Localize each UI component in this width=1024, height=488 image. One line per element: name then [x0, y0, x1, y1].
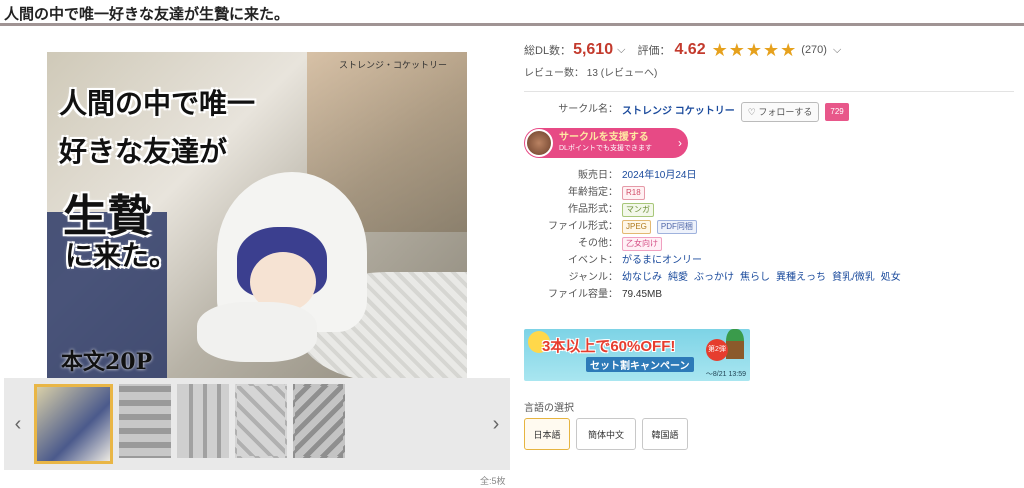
review-count: 13: [586, 68, 598, 79]
format-row: 作品形式： マンガ: [524, 202, 1014, 218]
release-date-link[interactable]: 2024年10月24日: [622, 168, 697, 184]
cover-page-note: 本文20P: [61, 349, 153, 375]
age-label: 年齢指定：: [568, 187, 618, 198]
genre-row: ジャンル： 幼なじみ 純愛 ぶっかけ 焦らし 異種えっち 貧乳/微乳 処女: [524, 270, 1014, 286]
divider: [524, 91, 1014, 92]
other-tag[interactable]: 乙女向け: [622, 237, 662, 251]
file-size: 79.45MB: [622, 289, 663, 300]
genre-link[interactable]: 焦らし: [740, 270, 770, 286]
genre-label: ジャンル：: [568, 272, 619, 283]
circle-label: サークル名：: [558, 104, 618, 115]
size-label: ファイル容量：: [548, 289, 618, 300]
next-arrow-icon[interactable]: ›: [482, 413, 510, 436]
support-circle-button[interactable]: サークルを支援する DLポイントでも支援できます ›: [524, 128, 688, 158]
file-format-tag-pdf[interactable]: PDF同梱: [656, 220, 697, 234]
main-image[interactable]: ストレンジ・コケットリー 人間の中で唯一 好きな友達が 生贄 に来た。 本文20…: [4, 40, 510, 382]
banner-date: 〜8/21 13:59: [705, 371, 746, 378]
dl-chevron-icon[interactable]: ⌵: [617, 44, 625, 57]
language-label: 言語の選択: [524, 403, 574, 414]
cover-title-line-2: 好きな友達が: [59, 135, 228, 168]
rating-value: 4.62: [674, 41, 706, 58]
hand: [197, 302, 317, 362]
banner-subtitle: セット割キャンペーン: [586, 357, 694, 372]
support-subtitle: DLポイントでも支援できます: [559, 145, 652, 152]
cover-credit: ストレンジ・コケットリー: [338, 60, 447, 70]
dl-count: 5,610: [573, 41, 614, 58]
rating-count: (270): [801, 44, 827, 56]
thumbnail-2[interactable]: [119, 384, 171, 458]
genre-link[interactable]: 幼なじみ: [622, 270, 662, 286]
size-row: ファイル容量： 79.45MB: [524, 287, 1014, 303]
page-count: 全:5枚: [480, 476, 506, 486]
support-arrow-icon: ›: [678, 136, 682, 150]
thumbnails: [32, 384, 482, 464]
event-label: イベント：: [568, 255, 618, 266]
work-info: 総DL数： 5,610 ⌵ 評価： 4.62 ★★★★★ (270) ⌵ レビュ…: [524, 40, 1014, 450]
review-label: レビュー数：: [524, 68, 584, 79]
event-row: イベント： がるまにオンリー: [524, 253, 1014, 269]
genre-link[interactable]: 処女: [881, 270, 901, 286]
format-tag[interactable]: マンガ: [622, 203, 654, 217]
rating-stars-icon: ★★★★★: [711, 39, 798, 60]
image-gallery: ストレンジ・コケットリー 人間の中で唯一 好きな友達が 生贄 に来た。 本文20…: [4, 40, 510, 470]
heart-icon: ♡: [747, 107, 756, 117]
page-title: 人間の中で唯一好きな友達が生贄に来た。: [4, 6, 290, 23]
reviews-row: レビュー数： 13 (レビューへ): [524, 64, 1014, 79]
follow-label: フォローする: [758, 107, 813, 117]
support-title: サークルを支援する: [559, 132, 649, 143]
file-format-row: ファイル形式： JPEG PDF同梱: [524, 219, 1014, 235]
campaign-banner[interactable]: 3本以上で60%OFF! 第2弾 セット割キャンペーン 〜8/21 13:59: [524, 329, 750, 381]
other-row: その他： 乙女向け: [524, 236, 1014, 252]
cover-illustration[interactable]: ストレンジ・コケットリー 人間の中で唯一 好きな友達が 生贄 に来た。 本文20…: [47, 52, 467, 382]
genre-link[interactable]: ぶっかけ: [694, 270, 734, 286]
genre-link[interactable]: 純愛: [668, 270, 688, 286]
thumbnail-5[interactable]: [293, 384, 345, 458]
release-row: 販売日： 2024年10月24日: [524, 168, 1014, 184]
language-selector: 日本語 簡体中文 韓国語: [524, 418, 1014, 450]
language-option-ko[interactable]: 韓国語: [642, 418, 688, 450]
follow-button[interactable]: ♡ フォローする: [740, 102, 820, 122]
event-link[interactable]: がるまにオンリー: [622, 253, 702, 269]
circle-name-link[interactable]: ストレンジ コケットリー: [622, 104, 735, 120]
genre-link[interactable]: 異種えっち: [776, 270, 826, 286]
palm-tree-icon: [726, 329, 744, 359]
release-label: 販売日：: [578, 170, 618, 181]
language-option-zh[interactable]: 簡体中文: [576, 418, 636, 450]
rating-chevron-icon[interactable]: ⌵: [833, 44, 841, 57]
follow-count-badge: 729: [825, 103, 849, 121]
prev-arrow-icon[interactable]: ‹: [4, 413, 32, 436]
age-tag[interactable]: R18: [622, 186, 645, 200]
stats-row: 総DL数： 5,610 ⌵ 評価： 4.62 ★★★★★ (270) ⌵: [524, 40, 1014, 60]
title-bar: 人間の中で唯一好きな友達が生贄に来た。: [0, 0, 1024, 26]
dl-label: 総DL数：: [524, 45, 572, 57]
file-format-label: ファイル形式：: [548, 221, 618, 232]
age-row: 年齢指定： R18: [524, 185, 1014, 201]
circle-avatar: [525, 129, 553, 157]
thumbnail-strip: ‹ ›: [4, 378, 510, 470]
cover-title-line-1: 人間の中で唯一: [59, 87, 256, 120]
language-option-ja[interactable]: 日本語: [524, 418, 570, 450]
thumbnail-1[interactable]: [34, 384, 113, 464]
banner-badge: 第2弾: [706, 339, 728, 361]
banner-headline: 3本以上で60%OFF!: [542, 338, 676, 355]
review-link[interactable]: (レビューへ): [601, 68, 658, 79]
rating-label: 評価：: [637, 45, 671, 57]
thumbnail-4[interactable]: [235, 384, 287, 458]
format-label: 作品形式：: [568, 204, 618, 215]
other-label: その他：: [578, 238, 618, 249]
circle-row: サークル名： ストレンジ コケットリー ♡ フォローする 729: [524, 102, 1014, 122]
thumbnail-3[interactable]: [177, 384, 229, 458]
genre-link[interactable]: 貧乳/微乳: [832, 270, 875, 286]
file-format-tag-jpeg[interactable]: JPEG: [622, 220, 651, 234]
cover-title-line-4: に来た。: [65, 239, 178, 272]
